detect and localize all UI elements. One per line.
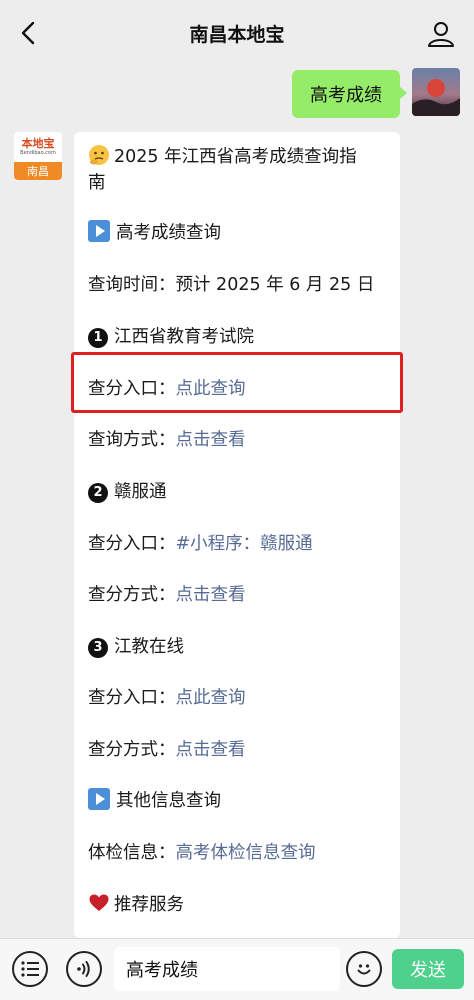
physical-exam-info: 体检信息：高考体检信息查询 bbox=[88, 843, 316, 863]
query-time: 查询时间：预计 2025 年 6 月 25 日 bbox=[88, 275, 375, 295]
avatar-city: 南昌 bbox=[14, 162, 62, 180]
item3-method-link[interactable]: 点击查看 bbox=[176, 740, 246, 760]
item1-method: 查询方式：点击查看 bbox=[88, 430, 246, 450]
item2-heading: 2 赣服通 bbox=[88, 479, 167, 505]
emoji-button[interactable] bbox=[346, 951, 382, 987]
bot-avatar[interactable]: 本地宝 Bendibao.com 南昌 bbox=[14, 132, 62, 180]
back-button[interactable] bbox=[14, 19, 42, 47]
profile-button[interactable] bbox=[426, 19, 456, 49]
item2-entry: 查分入口：#小程序：赣服通 bbox=[88, 534, 313, 554]
reply-title-cont: 南 bbox=[88, 173, 106, 193]
item3-entry-link[interactable]: 点此查询 bbox=[176, 688, 246, 708]
item2-entry-link[interactable]: #小程序：赣服通 bbox=[176, 534, 313, 554]
number-1-icon: 1 bbox=[88, 328, 108, 348]
item1-method-link[interactable]: 点击查看 bbox=[176, 430, 246, 450]
play-button-icon bbox=[88, 220, 110, 242]
voice-button[interactable] bbox=[66, 951, 102, 987]
bot-reply-bubble: 2025 年江西省高考成绩查询指 南 高考成绩查询 查询时间：预计 2025 年… bbox=[74, 132, 400, 938]
physical-exam-link[interactable]: 高考体检信息查询 bbox=[176, 843, 316, 863]
item2-method: 查分方式：点击查看 bbox=[88, 585, 246, 605]
user-message-bubble[interactable]: 高考成绩 bbox=[292, 70, 407, 118]
list-icon bbox=[21, 961, 39, 977]
avatar-site: Bendibao.com bbox=[20, 150, 56, 156]
message-input[interactable] bbox=[114, 947, 340, 991]
section-recommend: 推荐服务 bbox=[88, 892, 184, 918]
section-other-info: 其他信息查询 bbox=[88, 788, 221, 814]
item3-heading: 3 江教在线 bbox=[88, 634, 184, 660]
page-title: 南昌本地宝 bbox=[189, 23, 285, 46]
user-icon bbox=[428, 22, 454, 47]
item3-entry: 查分入口：点此查询 bbox=[88, 688, 246, 708]
item3-method: 查分方式：点击查看 bbox=[88, 740, 246, 760]
top-nav-bar: 南昌本地宝 bbox=[0, 0, 474, 66]
user-avatar[interactable] bbox=[412, 68, 460, 116]
item2-method-link[interactable]: 点击查看 bbox=[176, 585, 246, 605]
input-bar: 发送 bbox=[0, 938, 474, 1000]
voice-icon bbox=[77, 961, 90, 977]
reply-title: 2025 年江西省高考成绩查询指 bbox=[88, 144, 357, 170]
menu-button[interactable] bbox=[12, 951, 48, 987]
chevron-left-icon bbox=[21, 21, 35, 45]
number-2-icon: 2 bbox=[88, 483, 108, 503]
play-button-icon bbox=[88, 788, 110, 810]
item1-heading: 1 江西省教育考试院 bbox=[88, 324, 254, 350]
avatar-brand: 本地宝 bbox=[21, 137, 55, 150]
send-button[interactable]: 发送 bbox=[392, 949, 464, 989]
smiley-icon bbox=[357, 964, 371, 975]
user-message-row: 高考成绩 bbox=[292, 68, 460, 118]
section-score-query: 高考成绩查询 bbox=[88, 220, 221, 246]
heart-icon bbox=[89, 894, 109, 911]
number-3-icon: 3 bbox=[88, 638, 108, 658]
highlight-frame bbox=[71, 352, 403, 413]
thinking-face-icon bbox=[89, 145, 109, 165]
